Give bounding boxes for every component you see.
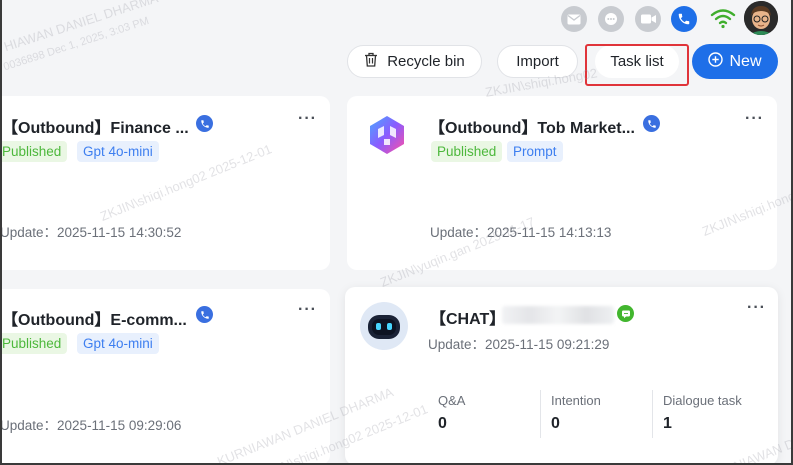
model-tag: Gpt 4o-mini [77,333,159,354]
message-icon[interactable] [598,6,624,32]
phone-icon [643,115,660,132]
watermark: HIAWAN DANIEL DHARMA [2,0,160,55]
agent-card[interactable]: 【Outbound】Tob Market... ··· Published Pr… [347,96,777,270]
more-options-button[interactable]: ··· [298,302,317,318]
update-time: Update：2025-11-15 09:29:06 [0,418,182,433]
chat-icon [617,305,634,322]
more-options-button[interactable]: ··· [745,111,764,127]
prompt-tag: Prompt [507,141,563,162]
new-button[interactable]: New [692,44,778,79]
card-title: 【Outbound】Finance ... [2,120,189,137]
wifi-icon [710,7,736,29]
robot-avatar-icon [359,301,409,351]
video-icon[interactable] [635,6,661,32]
stat-divider [652,390,653,438]
dialogue-task-label: Dialogue task [663,393,742,408]
intention-label: Intention [551,393,601,408]
more-options-button[interactable]: ··· [747,300,766,316]
qa-label: Q&A [438,393,466,408]
status-badge: Published [0,141,68,162]
phone-icon [196,115,213,132]
task-list-highlight [585,44,689,86]
status-badge: Published [431,141,503,162]
card-title: 【CHAT】 [430,311,506,328]
stat-divider [540,390,541,438]
dialogue-task-value: 1 [663,415,672,432]
import-button[interactable]: Import [497,45,578,78]
recycle-bin-label: Recycle bin [387,53,465,70]
card-title: 【Outbound】E-comm... [2,312,187,329]
bot-logo-icon [365,113,409,157]
avatar[interactable] [744,1,778,35]
update-time: Update：2025-11-15 09:21:29 [428,337,610,352]
import-label: Import [516,53,559,70]
plus-circle-icon [708,51,724,72]
new-label: New [729,52,762,70]
agent-card[interactable]: 【Outbound】Finance ... ··· Published Gpt … [0,96,330,270]
recycle-bin-button[interactable]: Recycle bin [347,45,482,78]
intention-value: 0 [551,415,560,432]
update-time: Update：2025-11-15 14:13:13 [430,225,612,240]
status-badge: Published [0,333,68,354]
mail-icon[interactable] [561,6,587,32]
trash-icon [364,52,378,71]
agent-card[interactable]: 【Outbound】E-comm... ··· Published Gpt 4o… [0,289,330,465]
more-options-button[interactable]: ··· [298,111,317,127]
model-tag: Gpt 4o-mini [77,141,159,162]
watermark: 0036898 Dec 1, 2025, 3:03 PM [2,14,151,74]
redacted-name [502,306,614,324]
update-time: Update：2025-11-15 14:30:52 [0,225,182,240]
phone-icon[interactable] [671,6,697,32]
phone-icon [196,306,213,323]
qa-value: 0 [438,415,447,432]
card-title: 【Outbound】Tob Market... [429,120,635,137]
